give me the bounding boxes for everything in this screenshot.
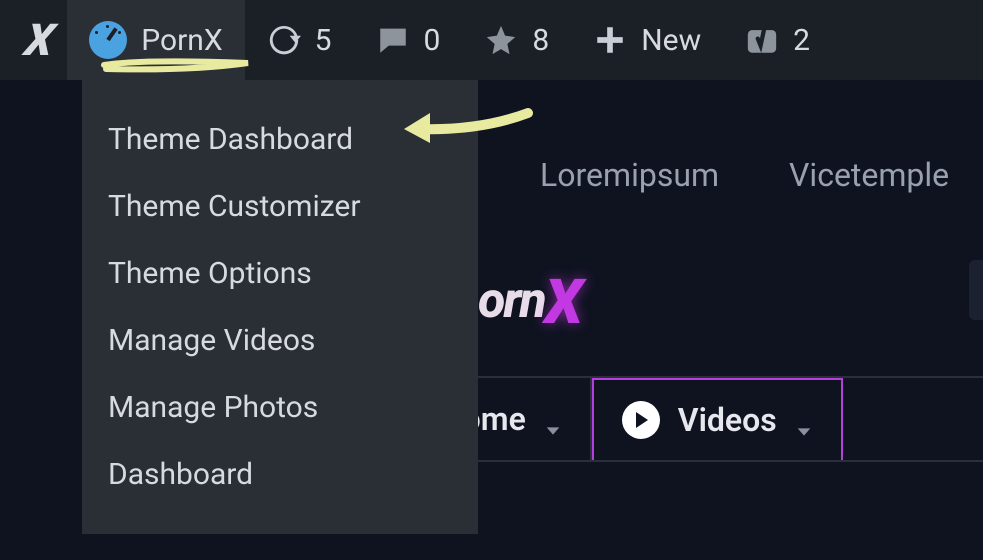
admin-comments[interactable]: 0 [354,0,463,80]
gauge-icon [89,21,127,59]
admin-new[interactable]: New [571,0,723,80]
admin-yoast[interactable]: 2 [723,0,832,80]
comments-count: 0 [424,23,441,58]
submenu-dashboard[interactable]: Dashboard [82,441,478,508]
chevron-down-icon [795,411,813,429]
site-logo[interactable]: orn X [478,260,678,330]
star-icon [484,23,518,57]
play-icon [622,401,660,439]
admin-updates[interactable]: 5 [245,0,354,80]
submenu-manage-photos[interactable]: Manage Photos [82,374,478,441]
wp-logo[interactable]: X [10,0,67,80]
main-nav-tabs: Home Videos [410,376,983,462]
submenu-theme-options[interactable]: Theme Options [82,240,478,307]
site-nav-link-2[interactable]: Vicetemple [789,156,949,194]
admin-starred[interactable]: 8 [462,0,571,80]
annotation-arrow [400,107,530,149]
comment-icon [376,23,410,57]
logo-text-part2: X [545,266,579,339]
annotation-underline [102,58,250,72]
tab-videos[interactable]: Videos [592,378,843,460]
refresh-icon [267,23,301,57]
yoast-count: 2 [793,23,810,58]
yoast-icon [745,23,779,57]
submenu-manage-videos[interactable]: Manage Videos [82,307,478,374]
submenu-theme-customizer[interactable]: Theme Customizer [82,173,478,240]
site-nav-link-1[interactable]: Loremipsum [540,156,719,194]
tab-videos-label: Videos [678,401,777,439]
search-toggle-partial[interactable] [969,260,983,320]
admin-site-name: PornX [141,23,222,58]
starred-count: 8 [532,23,549,58]
plus-icon [593,23,627,57]
admin-new-label: New [641,23,701,58]
logo-text-part1: orn [478,272,545,330]
updates-count: 5 [315,23,332,58]
chevron-down-icon [544,410,562,428]
